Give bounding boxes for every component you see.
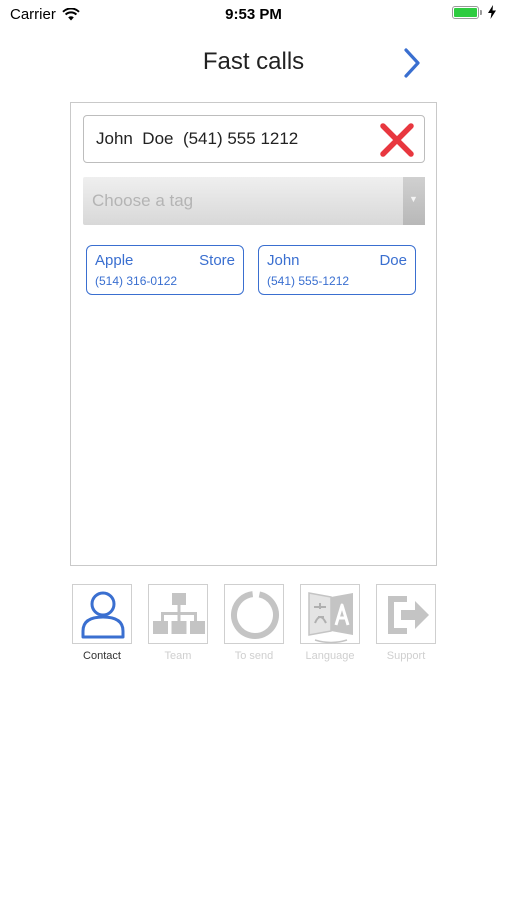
tab-bar: Contact Team To send Language Support — [72, 584, 440, 666]
tab-support[interactable]: Support — [376, 584, 438, 666]
contact-panel: Choose a tag ▼ Apple Store (514) 316-012… — [70, 102, 437, 566]
tab-label: Support — [386, 650, 426, 662]
contact-name: John Doe — [267, 252, 407, 269]
status-time: 9:53 PM — [225, 6, 282, 23]
next-button[interactable] — [399, 46, 425, 80]
clear-button[interactable] — [378, 121, 416, 159]
tab-label: Team — [164, 650, 192, 662]
battery-area — [452, 5, 497, 19]
contact-last-name: Store — [199, 252, 235, 269]
tag-select-placeholder: Choose a tag — [92, 191, 194, 210]
logout-icon — [376, 584, 436, 644]
org-chart-icon — [148, 584, 208, 644]
tab-label: To send — [234, 650, 274, 662]
red-x-icon — [380, 123, 414, 157]
tag-select-arrow[interactable]: ▼ — [403, 177, 425, 225]
status-bar: Carrier 9:53 PM — [0, 0, 507, 30]
search-input[interactable] — [96, 116, 366, 162]
tab-team[interactable]: Team — [148, 584, 210, 666]
battery-icon — [452, 5, 482, 19]
contact-first-name: John — [267, 252, 300, 269]
dropdown-arrow-icon: ▼ — [409, 194, 418, 204]
circle-progress-icon — [224, 584, 284, 644]
contact-chip-john-doe[interactable]: John Doe (541) 555-1212 — [258, 245, 416, 295]
charging-bolt-icon — [488, 5, 496, 19]
contact-first-name: Apple — [95, 252, 134, 269]
tag-select[interactable]: Choose a tag ▼ — [83, 177, 425, 225]
tab-label: Contact — [83, 650, 121, 662]
contact-phone: (541) 555-1212 — [267, 274, 350, 288]
contact-chip-apple-store[interactable]: Apple Store (514) 316-0122 — [86, 245, 244, 295]
contact-phone: (514) 316-0122 — [95, 274, 178, 288]
translate-icon — [300, 584, 360, 644]
contact-last-name: Doe — [379, 252, 407, 269]
battery-level-fill — [454, 7, 477, 17]
chevron-right-icon — [404, 48, 420, 78]
contact-name: Apple Store — [95, 252, 235, 269]
tab-label: Language — [305, 650, 355, 662]
page-title: Fast calls — [202, 48, 305, 75]
tab-language[interactable]: Language — [300, 584, 362, 666]
tab-contact[interactable]: Contact — [72, 584, 134, 666]
tab-to-send[interactable]: To send — [224, 584, 286, 666]
search-field — [83, 115, 425, 163]
person-icon — [72, 584, 132, 644]
